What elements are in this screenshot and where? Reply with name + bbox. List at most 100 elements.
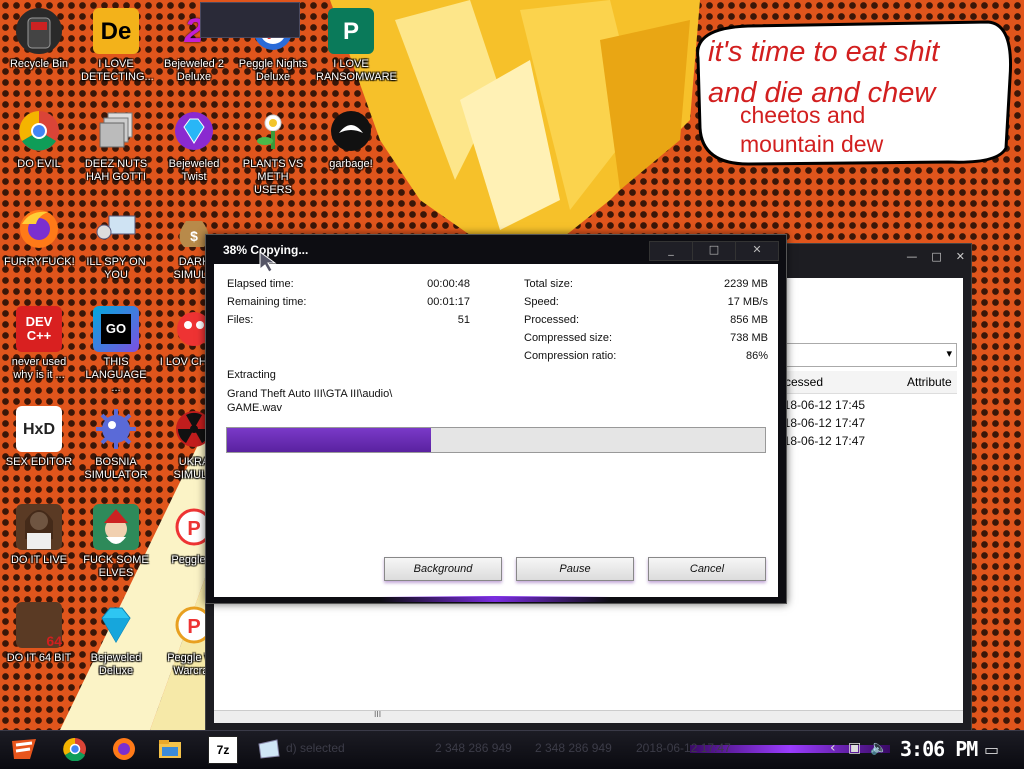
compression-ratio-value: 86% [745,350,768,362]
goland-icon: GO [93,306,139,352]
notification-icon[interactable]: ▭ [984,740,999,759]
processed-label: Processed: [524,314,580,326]
progress-bar-fill [227,428,432,452]
speech-line-1: it's time to eat shit [708,36,940,68]
desktop-icon-furryfuck[interactable]: FURRYFUCK! [2,206,76,269]
path-dropdown[interactable]: ▾ [775,343,957,367]
minimize-button[interactable]: _ [649,241,693,261]
taskbar-7zip-active[interactable] [200,2,300,38]
ghost-status-date: 2018-06-12 17:47 [636,741,731,755]
mine-icon [93,406,139,452]
plants-icon [250,108,296,154]
svg-text:P: P [187,616,200,638]
compression-ratio-label: Compression ratio: [524,350,617,362]
desktop-icon-never-used[interactable]: DEV C++ never used why is it ... [2,306,76,382]
publisher-icon: P [328,8,374,54]
svg-text:P: P [187,518,200,540]
dialog-body: Elapsed time: 00:00:48 Remaining time: 0… [214,264,778,597]
copy-progress-dialog: 38% Copying... _ □ ✕ Elapsed time: 00:00… [205,234,787,604]
remaining-time-value: 00:01:17 [427,296,470,308]
desktop-icon-bejeweled-twist[interactable]: Bejeweled Twist [157,108,231,184]
close-button[interactable]: ✕ [735,241,779,261]
bejeweled-twist-icon [171,108,217,154]
column-header-attribute[interactable]: Attribute [907,375,952,389]
desktop-icon-deez-nuts[interactable]: DEEZ NUTS HAH GOTTI [79,108,153,184]
operation-label: Extracting [227,369,276,381]
desktop-icon-plants[interactable]: PLANTS VS METH USERS [236,108,310,197]
recycle-bin-icon [16,8,62,54]
firefox-icon [16,206,62,252]
svg-text:$: $ [190,228,198,244]
desktop-icon-sex-editor[interactable]: HxD SEX EDITOR [2,406,76,469]
remaining-time-label: Remaining time: [227,296,307,308]
scroll-thumb[interactable]: III [374,710,381,719]
elf-icon [93,504,139,550]
speed-value: 17 MB/s [727,296,768,308]
ghost-status-size-1: 2 348 286 949 [435,741,512,755]
diamond-icon [93,602,139,648]
desktop-icon-recycle-bin[interactable]: Recycle Bin [2,8,76,71]
portrait64-icon: 64 [16,602,62,648]
total-size-label: Total size: [524,278,573,290]
column-headers: ccessed Attribute [777,371,957,394]
dialog-titlebar[interactable]: 38% Copying... _ □ ✕ [206,235,786,263]
devcpp-icon: DEV C++ [16,306,62,352]
table-row[interactable]: 018-06-12 17:47 [777,434,917,448]
windows-stack-icon [93,108,139,154]
chrome-icon[interactable] [61,736,89,762]
background-button[interactable]: Background [384,557,502,581]
speech-line-4: mountain dew [740,131,884,157]
start-icon[interactable] [10,736,38,762]
chevron-down-icon: ▾ [946,347,952,360]
current-file-path: Grand Theft Auto III\GTA III\audio\ [227,388,393,400]
cancel-button[interactable]: Cancel [648,557,766,581]
window-controls: — □ ✕ [906,250,965,263]
desktop-icon-do-evil[interactable]: DO EVIL [2,108,76,171]
desktop-icon-do-it-live[interactable]: DO IT LIVE [2,504,76,567]
files-value: 51 [457,314,470,326]
ghost-status-selected: d) selected [286,741,345,755]
dialog-glow [380,596,610,602]
hxd-icon: HxD [16,406,62,452]
file-explorer-icon[interactable] [156,736,184,762]
close-button[interactable]: ✕ [956,250,965,263]
desktop-icon-garbage[interactable]: garbage! [314,108,388,171]
garbage-icon [328,108,374,154]
portrait-icon [16,504,62,550]
compressed-size-label: Compressed size: [524,332,613,344]
spy-icon [93,206,139,252]
tray-chevron-icon[interactable]: ‹ [830,740,836,756]
speed-label: Speed: [524,296,559,308]
mouse-cursor-icon [259,251,277,273]
network-icon[interactable]: ▣ [848,740,861,756]
minimize-button[interactable]: — [906,250,917,263]
speech-line-3: cheetos and [740,102,866,128]
desktop-icon-bosnia[interactable]: BOSNIA SIMULATOR [79,406,153,482]
ghost-status-size-2: 2 348 286 949 [535,741,612,755]
desktop-icon-this-language[interactable]: GO THIS LANGUAGE ... [79,306,153,395]
desktop-icon-bejeweled-deluxe[interactable]: Bejeweled Deluxe [79,602,153,678]
pause-button[interactable]: Pause [516,557,634,581]
firefox-icon[interactable] [110,736,138,762]
horizontal-scrollbar[interactable]: III [214,710,963,723]
desktop-icon-do-it-64-bit[interactable]: 64 DO IT 64 BIT [2,602,76,665]
maximize-button[interactable]: □ [692,241,736,261]
clock[interactable]: 3:06 PM [900,737,978,761]
current-file-name: GAME.wav [227,402,283,414]
7zip-progress-icon[interactable] [254,736,282,762]
desktop-icon-elves[interactable]: FUCK SOME ELVES [79,504,153,580]
processed-value: 856 MB [730,314,768,326]
de-app-icon: De [93,8,139,54]
desktop-icon-spy[interactable]: ILL SPY ON YOU [79,206,153,282]
7zip-icon[interactable]: 7z [208,736,238,764]
table-row[interactable]: 018-06-12 17:47 [777,416,917,430]
maximize-button[interactable]: □ [931,250,941,263]
desktop-icon-detecting[interactable]: De I LOVE DETECTING... [79,8,154,84]
compressed-size-value: 738 MB [730,332,768,344]
chrome-icon [16,108,62,154]
elapsed-time-value: 00:00:48 [427,278,470,290]
progress-bar [226,427,766,453]
desktop-icon-ransomware[interactable]: P I LOVE RANSOMWARE [314,8,397,84]
table-row[interactable]: 018-06-12 17:45 [777,398,917,412]
volume-icon[interactable]: 🔈 [870,740,887,756]
